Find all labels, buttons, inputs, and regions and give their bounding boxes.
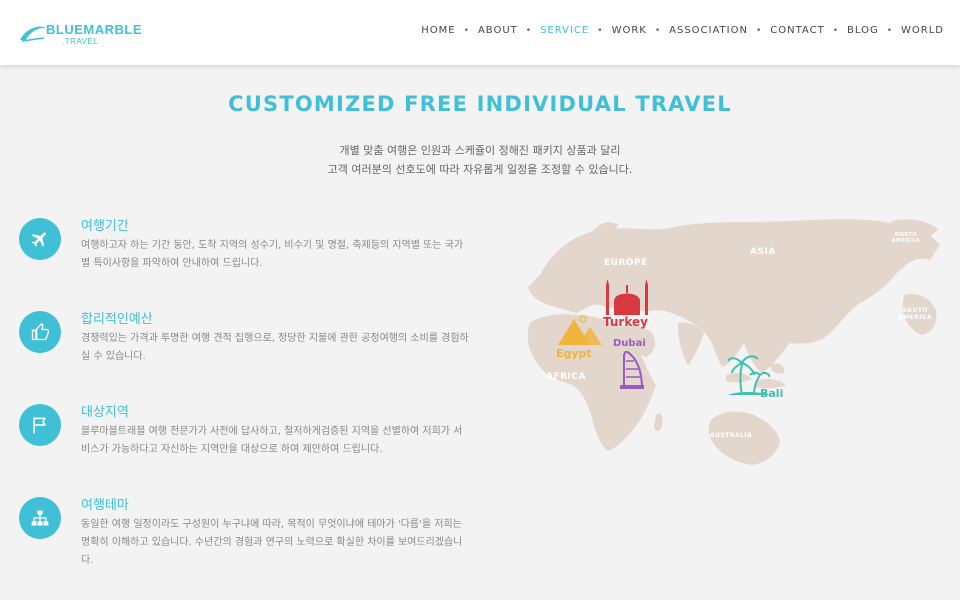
destination-egypt[interactable]: Egypt [556, 347, 592, 360]
map-label-europe: EUROPE [604, 258, 648, 268]
brand-name-bottom: .TRAVEL [62, 37, 99, 46]
nav-work[interactable]: WORK [612, 25, 647, 36]
feature-desc: 경쟁력있는 가격과 투명한 여행 견적 집행으로, 정당한 지불에 관한 공정여… [81, 333, 469, 362]
feature-title: 합리적인예산 [81, 312, 153, 327]
nav-separator: • [832, 25, 839, 36]
nav-association[interactable]: ASSOCIATION [669, 25, 748, 36]
map-label-africa: AFRICA [546, 372, 586, 382]
brand-logo[interactable]: BLUEMARBLE .TRAVEL [18, 22, 158, 48]
nav-separator: • [525, 25, 533, 36]
feature-desc: 동일한 여행 일정이라도 구성원이 누구냐에 따라, 목적이 무엇이냐에 테마가… [81, 519, 463, 566]
feature-title: 여행기간 [81, 219, 129, 234]
nav-separator: • [755, 25, 763, 36]
brand-name-top: BLUEMARBLE [46, 22, 142, 37]
destination-dubai[interactable]: Dubai [613, 338, 646, 349]
pyramid-icon [558, 315, 602, 345]
nav-separator: • [597, 25, 604, 36]
mosque-icon [606, 279, 648, 315]
flag-icon [19, 404, 61, 446]
airplane-icon [19, 218, 61, 260]
map-label-south-america: SOUTH AMERICA [897, 307, 933, 321]
nav-blog[interactable]: BLOG [847, 25, 879, 36]
logo-swoosh-icon [20, 26, 46, 42]
madagascar-landmass [654, 413, 663, 432]
nav-separator: • [463, 25, 470, 36]
page-subtitle: 개별 맞춤 여행은 인원과 스케쥴이 정해진 패키지 상품과 달리 고객 여러분… [0, 141, 960, 179]
subtitle-line-2: 고객 여러분의 선호도에 따라 자유롭게 일정을 조정할 수 있습니다. [327, 163, 633, 176]
map-label-asia: ASIA [750, 247, 776, 257]
nav-world[interactable]: WORLD [901, 25, 944, 36]
thumbs-up-icon [19, 311, 61, 353]
india-landmass [678, 322, 704, 365]
nav-service[interactable]: SERVICE [540, 25, 589, 36]
site-header: BLUEMARBLE .TRAVEL HOME • ABOUT • SERVIC… [0, 0, 960, 65]
main-nav: HOME • ABOUT • SERVICE • WORK • ASSOCIAT… [421, 25, 944, 36]
nav-contact[interactable]: CONTACT [770, 25, 824, 36]
sitemap-icon [19, 497, 61, 539]
nav-separator: • [654, 25, 662, 36]
feature-title: 대상지역 [81, 405, 129, 420]
nav-separator: • [886, 25, 894, 36]
feature-desc: 블루마블트래블 여행 전문가가 사전에 답사하고, 철저하게검증된 지역을 선별… [81, 426, 463, 455]
nav-about[interactable]: ABOUT [478, 25, 518, 36]
map-label-north-america: NORTH AMERICA [891, 232, 921, 244]
feature-title: 여행테마 [81, 498, 129, 513]
map-label-australia: AUSTRALIA [710, 432, 753, 439]
burj-al-arab-icon [620, 351, 644, 389]
destination-bali[interactable]: Bali [760, 387, 783, 400]
subtitle-line-1: 개별 맞춤 여행은 인원과 스케쥴이 정해진 패키지 상품과 달리 [339, 144, 621, 157]
page-title: CUSTOMIZED FREE INDIVIDUAL TRAVEL [228, 92, 732, 116]
world-map: EUROPE ASIA AFRICA AUSTRALIA NORTH AMERI… [500, 215, 945, 475]
destination-turkey[interactable]: Turkey [603, 315, 648, 329]
nav-home[interactable]: HOME [421, 25, 455, 36]
feature-desc: 여행하고자 하는 기간 동안, 도착 지역의 성수기, 비수기 및 명절, 축제… [81, 240, 464, 269]
